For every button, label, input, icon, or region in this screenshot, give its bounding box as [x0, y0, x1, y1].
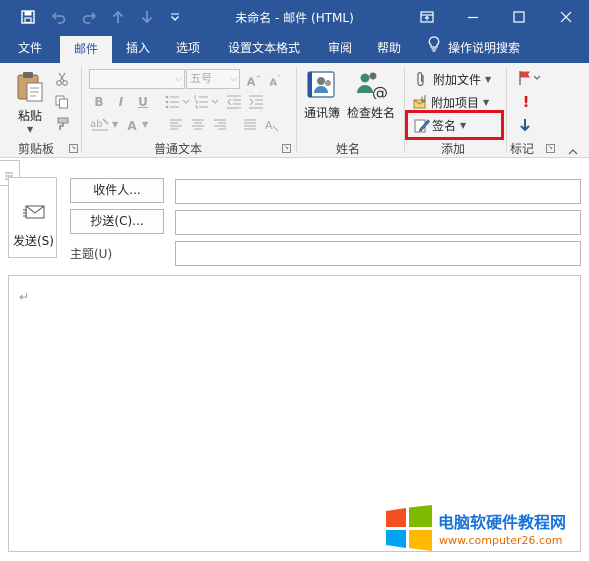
attach-file-label: 附加文件	[433, 72, 482, 87]
close-button[interactable]	[543, 0, 589, 34]
tab-review[interactable]: 审阅	[318, 34, 362, 63]
attach-item-button[interactable]: 附加项目 ▼	[413, 92, 489, 112]
grow-font-icon[interactable]: A^	[245, 70, 263, 89]
cc-field[interactable]	[175, 210, 581, 235]
svg-text:@: @	[372, 83, 387, 99]
send-button[interactable]: 发送(S)	[8, 177, 57, 258]
basic-text-launcher-icon[interactable]: ↘	[282, 144, 291, 153]
address-book-icon	[306, 71, 338, 102]
watermark-url: www.computer26.com	[439, 534, 563, 547]
styles-dropdown-icon: ▼	[112, 120, 119, 129]
align-left-icon[interactable]	[169, 118, 183, 135]
undo-icon[interactable]	[45, 0, 73, 34]
align-right-icon[interactable]	[213, 118, 227, 135]
collapse-ribbon-icon[interactable]	[568, 145, 578, 159]
svg-text:ab: ab	[90, 119, 102, 130]
check-names-icon: @	[355, 71, 388, 102]
justify-icon[interactable]	[243, 118, 257, 135]
bold-button[interactable]: B	[90, 93, 108, 111]
tags-group-label: 标记	[509, 142, 534, 156]
tags-launcher-icon[interactable]: ↘	[546, 144, 555, 153]
clipboard-launcher-icon[interactable]: ↘	[69, 144, 78, 153]
minimize-button[interactable]	[450, 0, 496, 34]
redo-icon[interactable]	[75, 0, 103, 34]
title-bar: 未命名 - 邮件 (HTML)	[0, 0, 589, 34]
italic-button[interactable]: I	[112, 93, 130, 111]
windows-logo-icon	[385, 505, 433, 554]
to-field[interactable]	[175, 179, 581, 204]
paperclip-icon	[415, 71, 429, 87]
ribbon: 粘贴 ▼ 剪贴板 ↘ ⌵ 五号 ⌵ A^ Aˇ B I U ab ▼ A ▼ A…	[0, 63, 589, 158]
attach-item-label: 附加项目	[431, 95, 480, 110]
low-importance-icon[interactable]	[519, 117, 531, 136]
decrease-indent-icon[interactable]	[226, 94, 242, 113]
font-color-icon[interactable]: A	[123, 117, 141, 135]
up-arrow-icon[interactable]	[104, 0, 132, 34]
cut-icon[interactable]	[55, 72, 71, 88]
names-group-label: 姓名	[335, 142, 360, 156]
tell-me-label: 操作说明搜索	[448, 41, 521, 55]
numbering-icon[interactable]	[194, 94, 220, 113]
group-divider	[296, 67, 297, 153]
customize-toolbar-icon[interactable]	[161, 0, 189, 34]
svg-text:A: A	[265, 119, 273, 132]
cc-button[interactable]: 抄送(C)...	[70, 209, 164, 234]
check-names-button[interactable]: @ 检查姓名	[343, 69, 399, 121]
font-size-value: 五号	[190, 72, 212, 85]
paste-dropdown-icon: ▼	[27, 125, 34, 134]
ribbon-tabs: 文件 邮件 插入 选项 设置文本格式 审阅 帮助 操作说明搜索	[0, 34, 589, 63]
paste-button[interactable]: 粘贴 ▼	[10, 69, 52, 135]
attach-file-button[interactable]: 附加文件 ▼	[415, 69, 491, 89]
increase-indent-icon[interactable]	[248, 94, 264, 113]
ribbon-display-options-icon[interactable]	[404, 0, 450, 34]
site-watermark: 电脑软硬件教程网 www.computer26.com	[383, 505, 583, 555]
font-color-dropdown-icon: ▼	[142, 120, 149, 129]
underline-button[interactable]: U	[134, 93, 152, 111]
chevron-down-icon: ⌵	[230, 74, 237, 84]
tab-message[interactable]: 邮件	[60, 36, 112, 63]
include-group-label: 添加	[440, 142, 465, 156]
send-label: 发送(S)	[13, 234, 54, 248]
check-names-label: 检查姓名	[346, 106, 395, 120]
signature-highlight-box	[405, 110, 504, 140]
format-painter-icon[interactable]	[55, 117, 71, 133]
paste-icon	[16, 71, 44, 106]
tab-help[interactable]: 帮助	[367, 34, 411, 63]
copy-icon[interactable]	[55, 95, 71, 111]
paste-label: 粘贴	[17, 109, 42, 123]
save-icon[interactable]	[14, 0, 42, 34]
subject-field[interactable]	[175, 241, 581, 266]
high-importance-icon[interactable]: !	[521, 93, 531, 111]
group-divider	[81, 67, 82, 153]
tab-file[interactable]: 文件	[8, 34, 52, 63]
envelope-clip-icon	[413, 94, 427, 110]
font-name-combo[interactable]: ⌵	[89, 69, 185, 89]
down-arrow-icon[interactable]	[133, 0, 161, 34]
align-center-icon[interactable]	[191, 118, 205, 135]
font-size-combo[interactable]: 五号 ⌵	[186, 69, 240, 89]
bullets-icon[interactable]	[165, 94, 191, 113]
to-button[interactable]: 收件人...	[70, 178, 164, 203]
maximize-button[interactable]	[496, 0, 542, 34]
lightbulb-icon	[428, 34, 440, 63]
send-envelope-icon	[23, 204, 45, 223]
styles-icon[interactable]: ab	[90, 116, 110, 135]
tab-format-text[interactable]: 设置文本格式	[220, 34, 308, 63]
follow-up-flag-icon[interactable]	[518, 70, 542, 89]
attach-item-dropdown-icon: ▼	[483, 97, 490, 107]
attach-file-dropdown-icon: ▼	[485, 74, 492, 84]
tell-me-box[interactable]: 操作说明搜索	[428, 34, 520, 63]
paragraph-mark: ↵	[19, 290, 30, 304]
clipboard-group-label: 剪贴板	[17, 142, 54, 156]
subject-label: 主题(U)	[70, 247, 113, 261]
basic-text-group-label: 普通文本	[153, 142, 202, 156]
address-book-label: 通讯簿	[303, 106, 340, 120]
tab-options[interactable]: 选项	[166, 34, 210, 63]
shrink-font-icon[interactable]: Aˇ	[266, 70, 284, 88]
clear-formatting-icon[interactable]: A	[265, 118, 279, 135]
address-book-button[interactable]: 通讯簿	[302, 69, 342, 121]
watermark-title: 电脑软硬件教程网	[438, 513, 567, 532]
chevron-down-icon: ⌵	[175, 74, 182, 84]
tab-insert[interactable]: 插入	[116, 34, 160, 63]
